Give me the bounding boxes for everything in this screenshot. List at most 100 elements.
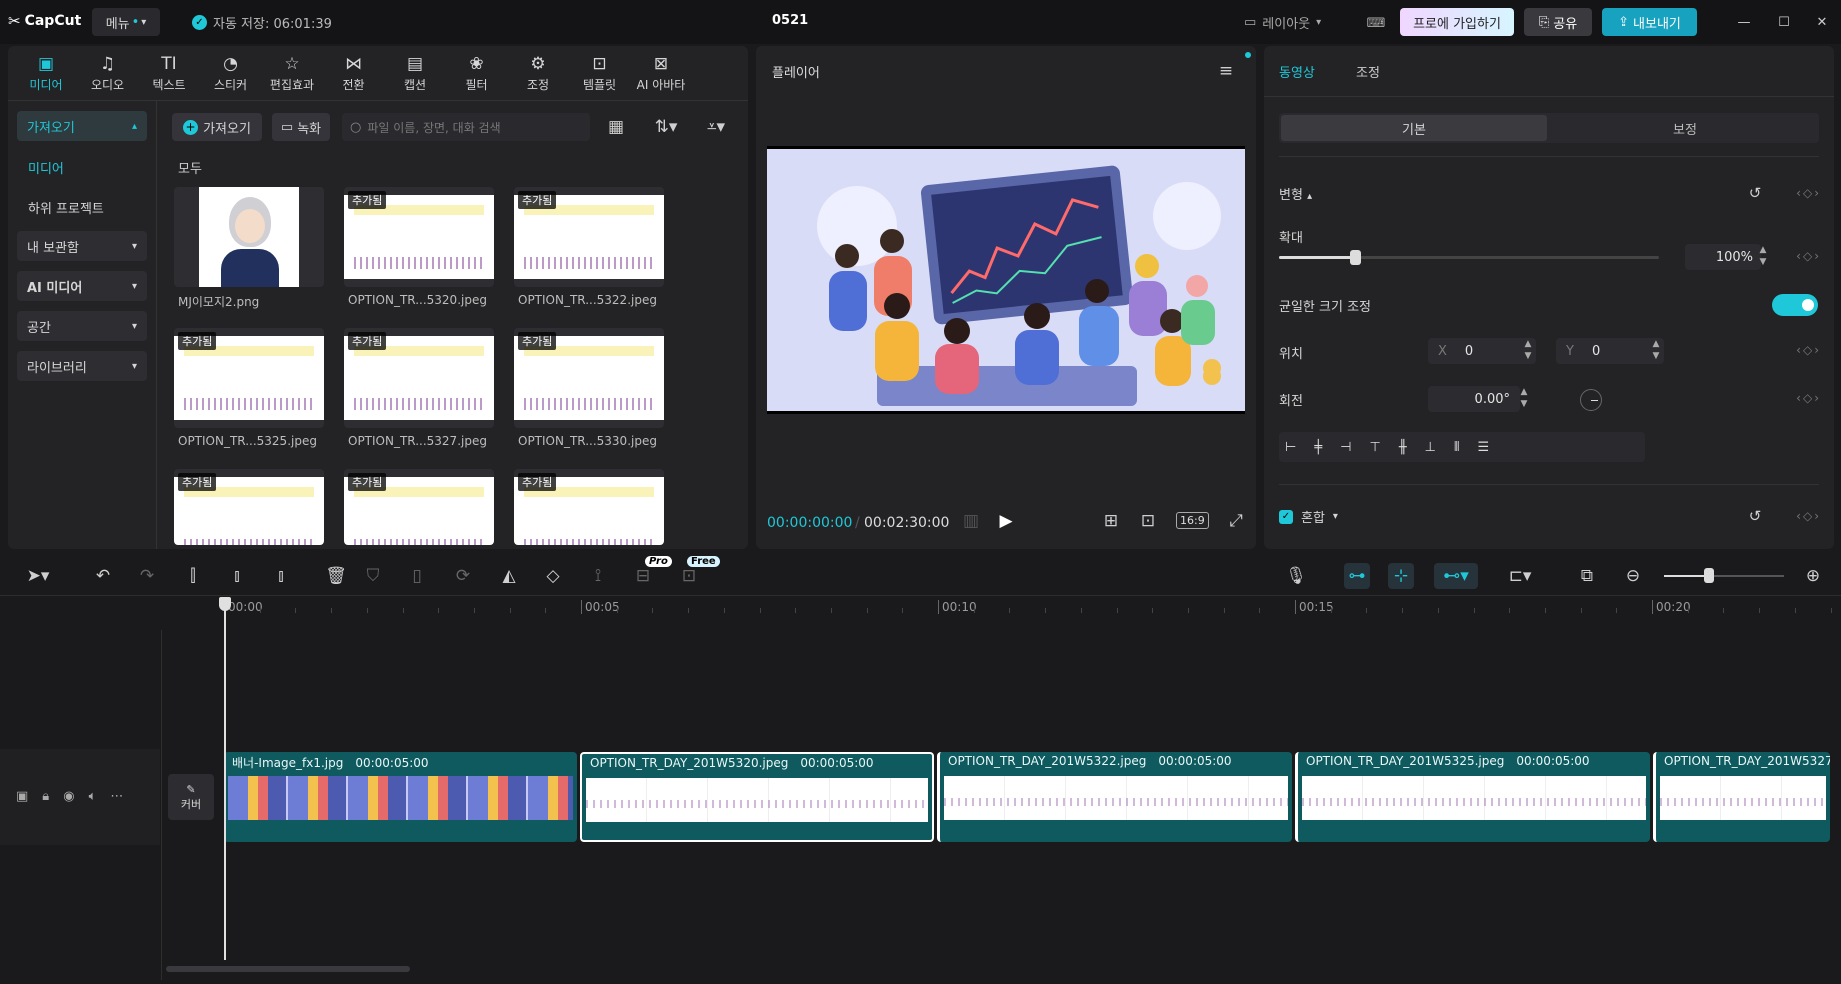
track-toggle-icon[interactable]: ▣	[16, 789, 28, 804]
magnet-link-icon[interactable]: ⊶	[1344, 563, 1370, 589]
menu-lines-icon[interactable]: ≡	[1213, 58, 1239, 84]
waveform-icon[interactable]: ▥	[958, 508, 984, 534]
snap-icon[interactable]: ⊹	[1388, 563, 1414, 589]
sidebar-ai-media[interactable]: AI 미디어 ▾	[17, 271, 147, 301]
keyframe-nav-icon[interactable]: ‹◇›	[1796, 509, 1821, 523]
media-thumbnail[interactable]: 추가됨	[174, 469, 324, 545]
sort-icon[interactable]: ⇅▾	[648, 114, 684, 140]
subtitle-icon[interactable]: ⊞	[1098, 508, 1124, 534]
media-thumbnail[interactable]: 추가됨	[344, 328, 494, 428]
zoom-slider-handle[interactable]	[1704, 568, 1714, 583]
volume-icon[interactable]: 🔈︎	[89, 789, 97, 804]
sidebar-library[interactable]: 라이브러리 ▾	[17, 351, 147, 381]
tool-tab-audio[interactable]: ♫ 오디오	[78, 52, 138, 94]
playhead[interactable]	[224, 600, 226, 960]
rotation-stepper[interactable]: ▲ ▼	[1516, 386, 1532, 412]
subtab-basic[interactable]: 기본	[1281, 115, 1547, 141]
linkage-icon[interactable]: ⊷▾	[1434, 563, 1478, 589]
tool-tab-filter[interactable]: ❀ 필터	[447, 52, 507, 94]
timeline-clip[interactable]: 배너-Image_fx1.jpg 00:00:05:00	[224, 752, 577, 842]
playhead-handle[interactable]	[219, 597, 231, 611]
align-bottom-icon[interactable]: ⊥	[1425, 440, 1436, 455]
microphone-icon[interactable]: 🎙	[1283, 563, 1309, 589]
undo-icon[interactable]: ↶	[90, 563, 116, 589]
align-right-icon[interactable]: ⊣	[1340, 440, 1351, 455]
timeline-clip[interactable]: OPTION_TR_DAY_201W5325.jpeg 00:00:05:00	[1295, 752, 1650, 842]
rotation-dial[interactable]	[1580, 389, 1602, 411]
project-name[interactable]: 0521	[772, 13, 808, 28]
preview-axis-icon[interactable]: ⧉	[1574, 563, 1600, 589]
checkbox-checked-icon[interactable]: ✓	[1279, 509, 1293, 524]
align-left-icon[interactable]: ⊢	[1285, 440, 1296, 455]
timeline-clip[interactable]: OPTION_TR_DAY_201W5327.j	[1653, 752, 1830, 842]
tool-tab-effects[interactable]: ☆ 편집효과	[262, 52, 322, 94]
split-left-icon[interactable]: ⫾	[224, 563, 250, 589]
media-thumbnail[interactable]: 추가됨	[344, 469, 494, 545]
cover-button[interactable]: ✎ 커버	[168, 774, 214, 820]
media-thumbnail[interactable]: 추가됨	[174, 328, 324, 428]
split-icon[interactable]: ⫿	[180, 563, 206, 589]
position-y-stepper[interactable]: ▲ ▼	[1648, 338, 1664, 364]
tool-tab-adjust[interactable]: ⚙ 조정	[508, 52, 568, 94]
scale-value-field[interactable]: 100%	[1685, 244, 1761, 270]
media-thumbnail[interactable]: 추가됨	[344, 187, 494, 287]
media-thumbnail[interactable]: 추가됨	[514, 469, 664, 545]
reset-icon[interactable]: ↺	[1742, 180, 1768, 206]
sidebar-import[interactable]: 가져오기 ▴	[17, 111, 147, 141]
reset-icon[interactable]: ↺	[1742, 503, 1768, 529]
sidebar-subproject[interactable]: 하위 프로젝트	[28, 198, 104, 217]
share-button[interactable]: ⎘ 공유	[1524, 8, 1592, 36]
zoom-out-icon[interactable]: ⊖	[1620, 563, 1646, 589]
grid-view-icon[interactable]: ▦	[603, 114, 629, 140]
horizontal-scrollbar[interactable]	[166, 966, 410, 972]
tool-tab-template[interactable]: ⊡ 템플릿	[570, 52, 630, 94]
fit-view-icon[interactable]: ⊡	[1135, 508, 1161, 534]
subtab-correction[interactable]: 보정	[1552, 115, 1818, 141]
delete-icon[interactable]: 🗑︎	[316, 563, 356, 589]
tool-tab-text[interactable]: TI 텍스트	[139, 52, 199, 94]
media-thumbnail[interactable]: 추가됨	[514, 328, 664, 428]
sidebar-media[interactable]: 미디어	[28, 158, 64, 177]
scale-stepper[interactable]: ▲ ▼	[1755, 244, 1771, 270]
minimize-icon[interactable]: —	[1730, 8, 1758, 36]
more-icon[interactable]: ⋯	[110, 789, 123, 804]
play-icon[interactable]: ▶	[993, 508, 1019, 534]
close-icon[interactable]: ✕	[1808, 8, 1836, 36]
fullscreen-icon[interactable]: ⤢	[1223, 508, 1249, 534]
maximize-icon[interactable]: ☐	[1770, 8, 1798, 36]
aspect-ratio-button[interactable]: 16:9	[1176, 512, 1209, 529]
timeline-clip[interactable]: OPTION_TR_DAY_201W5322.jpeg 00:00:05:00	[937, 752, 1292, 842]
blend-row[interactable]: ✓ 혼합 ▾	[1279, 507, 1338, 526]
tool-tab-transition[interactable]: ⋈ 전환	[324, 52, 384, 94]
tab-video[interactable]: 동영상	[1279, 62, 1315, 81]
uniform-scale-toggle[interactable]	[1772, 294, 1818, 316]
sidebar-space[interactable]: 공간 ▾	[17, 311, 147, 341]
split-view-icon[interactable]: ⊏▾	[1498, 563, 1542, 589]
tool-tab-ai-avatar[interactable]: ⊠ AI 아바타	[631, 52, 691, 94]
filter-icon[interactable]: ⩡▾	[698, 114, 734, 140]
transform-label[interactable]: 변형 ▴	[1279, 184, 1312, 203]
keyframe-nav-icon[interactable]: ‹◇›	[1796, 343, 1821, 357]
lock-icon[interactable]: 🔒︎	[42, 789, 49, 804]
zoom-in-icon[interactable]: ⊕	[1800, 563, 1826, 589]
select-pointer-icon[interactable]: ➤▾	[18, 563, 58, 589]
tool-tab-sticker[interactable]: ◔ 스티커	[201, 52, 261, 94]
media-thumbnail[interactable]: 추가됨	[514, 187, 664, 287]
export-button[interactable]: ⇪ 내보내기	[1602, 8, 1697, 36]
pro-subscribe-button[interactable]: 프로에 가입하기	[1400, 8, 1514, 36]
preview-canvas[interactable]	[767, 146, 1245, 414]
redo-icon[interactable]: ↷	[134, 563, 160, 589]
distribute-h-icon[interactable]: ⫴	[1454, 440, 1459, 455]
import-button[interactable]: + 가져오기	[172, 113, 262, 141]
search-input[interactable]: ○ 파일 이름, 장면, 대화 검색	[342, 113, 590, 141]
align-center-v-icon[interactable]: ╫	[1399, 440, 1407, 455]
replay-icon[interactable]: ⟳	[450, 563, 476, 589]
menu-button[interactable]: 메뉴 • ▾	[92, 8, 160, 36]
position-x-stepper[interactable]: ▲ ▼	[1520, 338, 1536, 364]
keyframe-nav-icon[interactable]: ‹◇›	[1796, 249, 1821, 263]
rotate-icon[interactable]: ◇	[540, 563, 566, 589]
keyframe-nav-icon[interactable]: ‹◇›	[1796, 186, 1821, 200]
media-thumbnail[interactable]	[174, 187, 324, 287]
tool-tab-caption[interactable]: ▤ 캡션	[385, 52, 445, 94]
layout-button[interactable]: ▭ 레이아웃 ▾	[1244, 13, 1321, 32]
